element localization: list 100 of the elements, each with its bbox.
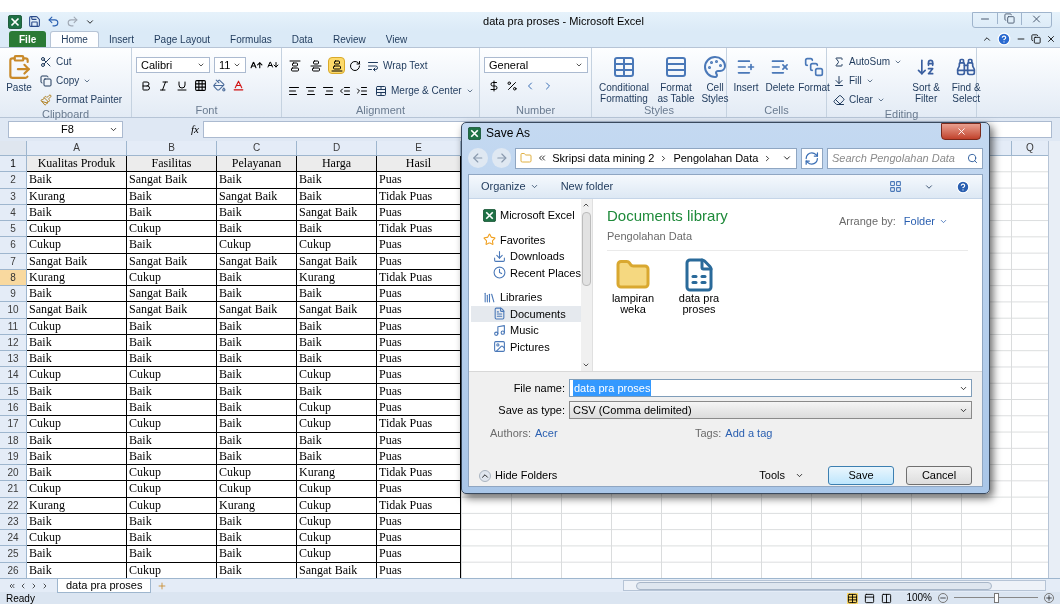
align-center-icon[interactable] bbox=[305, 84, 317, 97]
ribbon-button[interactable]: Insert bbox=[731, 52, 761, 93]
toolbar-button[interactable]: Organize bbox=[481, 178, 539, 195]
ribbon-button[interactable]: Format bbox=[799, 52, 829, 93]
arrange-dropdown[interactable]: Folder bbox=[903, 213, 948, 230]
vertical-align-button[interactable] bbox=[328, 57, 345, 74]
ribbon-button[interactable]: Fill bbox=[831, 71, 876, 90]
ribbon-button[interactable]: Cut bbox=[38, 52, 74, 71]
ribbon-tab[interactable]: Home bbox=[50, 31, 99, 47]
tools-button[interactable]: Tools bbox=[759, 467, 804, 484]
sheet-tab[interactable]: data pra proses bbox=[57, 578, 152, 593]
nav-item[interactable]: Music bbox=[471, 322, 581, 339]
nav-item[interactable]: Libraries bbox=[471, 289, 581, 306]
name-box[interactable]: F8 bbox=[8, 120, 123, 138]
restore-icon[interactable] bbox=[1031, 34, 1041, 44]
zoom-slider-thumb[interactable] bbox=[993, 593, 999, 603]
first-sheet-icon[interactable] bbox=[8, 581, 16, 590]
ribbon-button[interactable]: Conditional Formatting bbox=[596, 52, 652, 104]
ribbon-tab[interactable]: View bbox=[375, 31, 418, 47]
align-right-icon[interactable] bbox=[322, 84, 334, 97]
nav-item[interactable]: Recent Places bbox=[471, 264, 581, 281]
ribbon-tab[interactable]: Review bbox=[322, 31, 376, 47]
row-header[interactable]: 9 bbox=[0, 286, 27, 303]
column-header[interactable]: A bbox=[27, 141, 127, 155]
nav-item[interactable]: Downloads bbox=[471, 248, 581, 265]
author-link[interactable]: Acer bbox=[535, 424, 695, 442]
horizontal-scrollbar[interactable] bbox=[623, 580, 1046, 591]
ribbon-button[interactable]: Sort & Filter bbox=[908, 52, 945, 104]
font-size-field[interactable]: 11 bbox=[214, 57, 246, 73]
undo-icon[interactable] bbox=[47, 15, 60, 28]
close-button[interactable] bbox=[941, 123, 981, 140]
row-header[interactable]: 13 bbox=[0, 351, 27, 368]
last-sheet-icon[interactable] bbox=[41, 581, 49, 590]
dialog-button[interactable]: Cancel bbox=[906, 466, 972, 485]
save-icon[interactable] bbox=[28, 15, 41, 28]
ribbon-button[interactable]: Format as Table bbox=[656, 52, 696, 104]
help-icon[interactable] bbox=[997, 32, 1011, 46]
scrollbar[interactable] bbox=[580, 199, 592, 371]
nav-item[interactable]: Documents bbox=[471, 305, 581, 322]
currency-icon[interactable] bbox=[488, 80, 500, 92]
increase-indent-icon[interactable] bbox=[356, 84, 368, 97]
align-left-icon[interactable] bbox=[288, 84, 300, 97]
zoom-in-icon[interactable] bbox=[1044, 593, 1054, 603]
row-header[interactable]: 25 bbox=[0, 546, 27, 563]
number-format-field[interactable]: General bbox=[484, 57, 588, 73]
row-header[interactable]: 2 bbox=[0, 172, 27, 189]
view-options-icon[interactable] bbox=[889, 180, 902, 193]
search-field[interactable]: Search Pengolahan Data bbox=[827, 147, 983, 169]
next-sheet-icon[interactable] bbox=[30, 581, 38, 590]
ribbon-button[interactable]: Format Painter bbox=[38, 90, 125, 109]
ribbon-button[interactable]: Merge & Center bbox=[373, 81, 476, 100]
toolbar-button[interactable]: New folder bbox=[560, 178, 614, 195]
row-header[interactable]: 21 bbox=[0, 481, 27, 498]
breadcrumb-item[interactable]: Skripsi data mining 2 bbox=[552, 149, 655, 167]
row-header[interactable]: 5 bbox=[0, 221, 27, 238]
nav-item[interactable]: Favorites bbox=[471, 231, 581, 248]
nav-item[interactable]: Pictures bbox=[471, 338, 581, 355]
row-header[interactable]: 14 bbox=[0, 367, 27, 384]
column-header[interactable]: B bbox=[127, 141, 217, 155]
normal-view-icon[interactable] bbox=[847, 592, 859, 604]
fill-color-icon[interactable] bbox=[213, 79, 226, 92]
breadcrumb-item[interactable]: Pengolahan Data bbox=[673, 149, 759, 167]
function-button[interactable]: fx bbox=[191, 120, 199, 138]
ribbon-button[interactable]: Delete bbox=[765, 52, 795, 93]
ribbon-tab[interactable]: Data bbox=[281, 31, 323, 47]
row-header[interactable]: 20 bbox=[0, 465, 27, 482]
hide-folders-button[interactable]: Hide Folders bbox=[479, 467, 558, 484]
previous-sheet-icon[interactable] bbox=[19, 581, 27, 590]
collapse-ribbon-icon[interactable] bbox=[982, 34, 992, 44]
add-tag-link[interactable]: Add a tag bbox=[725, 424, 773, 442]
ribbon-tab[interactable]: Insert bbox=[98, 31, 144, 47]
ribbon-button[interactable]: Find & Select bbox=[948, 52, 985, 104]
scrollbar[interactable] bbox=[1048, 141, 1060, 578]
refresh-icon[interactable] bbox=[801, 147, 823, 169]
ribbon-button[interactable]: Wrap Text bbox=[365, 56, 430, 75]
row-header[interactable]: 17 bbox=[0, 416, 27, 433]
bold-icon[interactable] bbox=[140, 79, 152, 92]
font-name-field[interactable]: Calibri bbox=[136, 57, 210, 73]
orientation-icon[interactable] bbox=[349, 59, 361, 72]
ribbon-button[interactable]: Clear bbox=[831, 90, 887, 109]
row-header[interactable]: 10 bbox=[0, 302, 27, 319]
borders-icon[interactable] bbox=[194, 79, 207, 92]
column-header[interactable]: C bbox=[217, 141, 297, 155]
file-item[interactable]: data pra proses bbox=[675, 257, 723, 315]
nav-item[interactable]: Microsoft Excel bbox=[471, 207, 581, 224]
ribbon-button[interactable]: Copy bbox=[38, 71, 94, 90]
ribbon-tab[interactable]: Formulas bbox=[220, 31, 282, 47]
ribbon-tab[interactable]: File bbox=[9, 31, 47, 47]
italic-icon[interactable] bbox=[158, 79, 170, 92]
address-bar[interactable]: Skripsi data mining 2 Pengolahan Data bbox=[515, 147, 798, 169]
row-header[interactable]: 1 bbox=[0, 156, 27, 173]
column-header[interactable]: D bbox=[297, 141, 377, 155]
decrease-indent-icon[interactable] bbox=[339, 84, 351, 97]
ribbon-button[interactable]: AutoSum bbox=[831, 52, 905, 71]
font-color-icon[interactable] bbox=[232, 79, 245, 92]
file-item[interactable]: lampiran weka bbox=[609, 257, 657, 315]
ribbon-button[interactable]: Cell Styles bbox=[700, 52, 730, 104]
ribbon-tab[interactable]: Page Layout bbox=[143, 31, 221, 47]
shrink-font-icon[interactable] bbox=[267, 59, 279, 71]
save-type-dropdown[interactable]: CSV (Comma delimited) bbox=[569, 401, 972, 419]
